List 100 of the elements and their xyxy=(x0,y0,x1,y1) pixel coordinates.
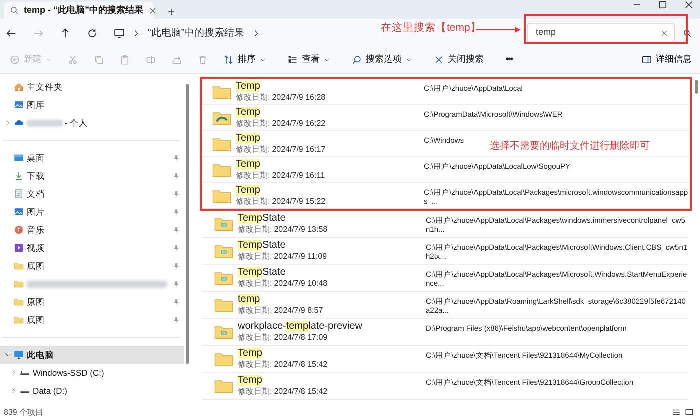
sidebar-item[interactable]: 下载 xyxy=(0,167,184,185)
panel-icon xyxy=(642,55,652,65)
sidebar-label: Data (D:) xyxy=(33,384,68,398)
refresh-icon[interactable] xyxy=(87,28,98,38)
modified-date: 修改日期: 2024/7/9 16:11 xyxy=(236,170,326,180)
search-field[interactable]: temp xyxy=(527,23,675,43)
sidebar-item[interactable]: 文档 xyxy=(0,185,184,203)
modified-date: 修改日期: 2024/7/9 16:28 xyxy=(236,92,327,102)
sidebar-label: 桌面 xyxy=(27,152,45,164)
tab-title: temp - “此电脑”中的搜索结果 xyxy=(24,4,144,17)
scrollbar[interactable] xyxy=(186,84,189,364)
close-icon[interactable] xyxy=(684,0,694,10)
image-icon xyxy=(14,100,24,110)
search-icon[interactable] xyxy=(683,28,692,38)
list-icon xyxy=(288,55,298,65)
view-button[interactable]: 查看 xyxy=(286,50,332,70)
file-name: workplace-template-preview xyxy=(238,321,364,332)
tab[interactable]: temp - “此电脑”中的搜索结果 xyxy=(4,2,154,19)
file-name: Temp xyxy=(238,375,264,386)
file-name: TempState xyxy=(238,240,287,251)
scissors-icon xyxy=(68,55,78,65)
sort-button[interactable]: 排序 xyxy=(222,50,268,70)
document-icon xyxy=(14,189,24,199)
sidebar-item[interactable]: 图片 xyxy=(0,203,184,221)
file-name: Temp xyxy=(236,106,262,118)
arrow xyxy=(476,27,522,33)
sidebar-label: 文档 xyxy=(27,188,45,200)
house-icon xyxy=(14,82,24,92)
sidebar-label: - 个人 xyxy=(65,116,88,130)
up-icon[interactable] xyxy=(60,28,71,38)
sidebar-item[interactable]: 底图 xyxy=(0,257,184,275)
chevron-right-icon xyxy=(133,30,140,36)
sidebar-item[interactable]: 视频 xyxy=(0,239,184,257)
monitor-icon[interactable] xyxy=(114,28,125,38)
file-name: TempState xyxy=(238,213,287,224)
tiles-view-icon[interactable] xyxy=(685,408,694,417)
sidebar-item[interactable]: Windows-SSD (C:) xyxy=(0,364,184,382)
item-count: 839 个项目 xyxy=(4,406,44,418)
sidebar-item[interactable]: 音乐 xyxy=(0,221,184,239)
file-name: Temp xyxy=(236,158,262,170)
clipboard-icon xyxy=(120,55,130,65)
sidebar-label: 底图 xyxy=(27,314,45,326)
sidebar-item[interactable]: 底图 xyxy=(0,311,184,329)
sidebar-item[interactable]: 原图 xyxy=(0,293,184,311)
close-search-button[interactable]: 关闭搜索 xyxy=(432,50,486,70)
trash-icon xyxy=(198,55,208,65)
sidebar-item[interactable]: Data (D:) xyxy=(0,382,184,400)
modified-date: 修改日期: 2024/7/9 10:48 xyxy=(238,278,329,289)
sidebar-label: 底图 xyxy=(27,260,45,272)
details-button[interactable]: 详细信息 xyxy=(642,53,692,67)
scrollbar[interactable] xyxy=(695,80,698,94)
modified-date: 修改日期: 2024/7/8 15:42 xyxy=(238,359,329,370)
file-name: Temp xyxy=(236,80,262,92)
sidebar-label: 图片 xyxy=(27,206,45,218)
breadcrumb[interactable]: “此电脑”中的搜索结果 xyxy=(148,26,245,40)
details-view-icon[interactable] xyxy=(672,408,681,417)
modified-date: 修改日期: 2024/7/9 15:22 xyxy=(236,196,327,206)
chevron-down-icon[interactable] xyxy=(5,352,11,358)
monitor-icon xyxy=(14,350,24,360)
caret-icon xyxy=(324,57,330,63)
sidebar-item[interactable]: - 个人 xyxy=(0,114,184,132)
close-icon[interactable] xyxy=(148,6,157,14)
caret-icon xyxy=(46,57,52,63)
maximize-icon[interactable] xyxy=(658,0,668,10)
modified-date: 修改日期: 2024/7/9 11:09 xyxy=(238,251,328,262)
image-icon xyxy=(14,207,24,217)
chevron-right-icon[interactable] xyxy=(252,30,260,36)
sidebar-item[interactable]: 桌面 xyxy=(0,149,184,167)
desktop-icon xyxy=(14,153,24,163)
search-options-button[interactable]: 搜索选项 xyxy=(350,50,414,70)
back-icon[interactable] xyxy=(6,28,17,38)
file-name: Temp xyxy=(236,184,262,196)
sort-icon xyxy=(224,55,234,65)
modified-date: 修改日期: 2024/7/8 15:42 xyxy=(238,386,329,397)
sidebar-label: 图库 xyxy=(27,98,45,112)
sidebar-label: 音乐 xyxy=(27,224,45,236)
caret-icon xyxy=(406,57,412,63)
video-icon xyxy=(14,243,24,253)
sidebar-label: 此电脑 xyxy=(27,348,54,362)
modified-date: 修改日期: 2024/7/9 16:22 xyxy=(236,118,327,128)
search-icon xyxy=(10,6,19,15)
file-name: TempState xyxy=(238,267,287,278)
sidebar-item[interactable]: 此电脑 xyxy=(0,346,184,364)
sidebar-label: 视频 xyxy=(27,242,45,254)
sidebar-item[interactable]: 主文件夹 xyxy=(0,78,184,96)
sidebar-item[interactable]: 图库 xyxy=(0,96,184,114)
clear-icon[interactable] xyxy=(661,30,668,36)
modified-date: 修改日期: 2024/7/9 13:58 xyxy=(238,224,329,235)
file-name: temp xyxy=(238,294,262,305)
share-icon xyxy=(172,55,182,65)
rename-icon xyxy=(146,55,156,65)
modified-date: 修改日期: 2024/7/9 16:17 xyxy=(236,144,327,154)
modified-date: 修改日期: 2024/7/8 17:09 xyxy=(238,332,329,343)
search-icon xyxy=(352,55,362,65)
sidebar-label: 主文件夹 xyxy=(27,80,63,94)
sidebar-label: Windows-SSD (C:) xyxy=(33,366,104,380)
close-icon xyxy=(434,55,444,65)
new-tab-button[interactable]: + xyxy=(168,6,176,18)
more-button[interactable]: ••• xyxy=(504,50,514,70)
caret-icon xyxy=(260,57,266,63)
